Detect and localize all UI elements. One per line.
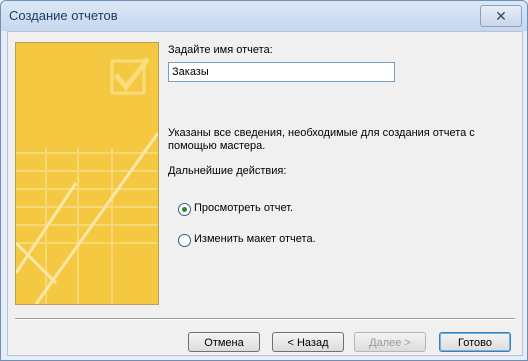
preview-report-radio[interactable] bbox=[178, 203, 191, 216]
report-name-input[interactable]: Заказы bbox=[168, 62, 395, 82]
wizard-illustration bbox=[15, 42, 159, 305]
modify-layout-radio[interactable] bbox=[178, 234, 191, 247]
next-button[interactable]: Далее > bbox=[354, 332, 426, 352]
report-wizard-window: Создание отчетов ✕ Задайте имя отчета: З… bbox=[0, 0, 528, 361]
info-text: Указаны все сведения, необходимые для со… bbox=[168, 127, 475, 152]
wizard-illustration-svg bbox=[16, 43, 158, 304]
report-name-label: Задайте имя отчета: bbox=[168, 44, 273, 56]
preview-report-label[interactable]: Просмотреть отчет. bbox=[194, 202, 293, 214]
window-title: Создание отчетов bbox=[9, 8, 118, 23]
wizard-client-area: Задайте имя отчета: Заказы Указаны все с… bbox=[7, 31, 523, 356]
back-button[interactable]: < Назад bbox=[272, 332, 344, 352]
radio-selected-dot bbox=[182, 207, 187, 212]
modify-layout-label[interactable]: Изменить макет отчета. bbox=[194, 233, 316, 245]
divider bbox=[15, 318, 515, 320]
title-bar[interactable]: Создание отчетов ✕ bbox=[1, 1, 527, 31]
finish-button[interactable]: Готово bbox=[439, 332, 511, 352]
next-actions-label: Дальнейшие действия: bbox=[168, 165, 287, 177]
cancel-button[interactable]: Отмена bbox=[188, 332, 260, 352]
close-button[interactable]: ✕ bbox=[480, 5, 522, 27]
close-icon: ✕ bbox=[495, 8, 507, 24]
